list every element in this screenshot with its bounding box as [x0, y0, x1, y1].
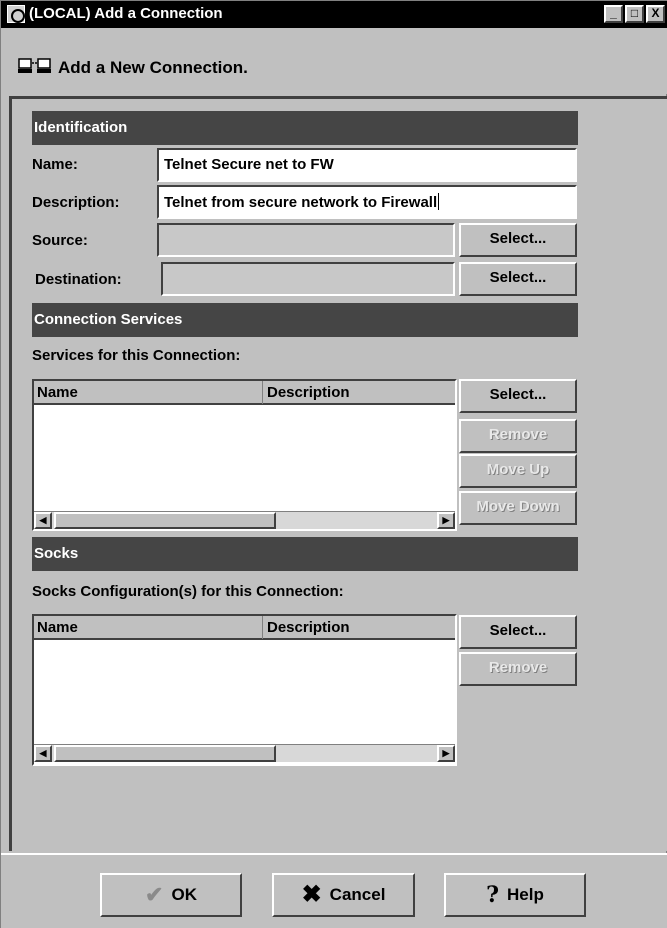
scroll-right-icon[interactable]: ▶ — [437, 512, 455, 529]
maximize-button[interactable]: □ — [625, 5, 644, 23]
services-table[interactable]: Name Description ◀ ▶ — [32, 379, 457, 531]
column-header-name[interactable]: Name — [34, 381, 263, 404]
column-header-description[interactable]: Description — [264, 616, 455, 639]
dialog-heading: Add a New Connection. — [58, 58, 248, 77]
move-up-button[interactable]: Move Up — [459, 454, 577, 488]
description-label: Description: — [32, 194, 120, 211]
scroll-thumb[interactable] — [54, 745, 276, 762]
question-icon: ? — [486, 882, 500, 908]
services-remove-button[interactable]: Remove — [459, 419, 577, 453]
socks-select-button[interactable]: Select... — [459, 615, 577, 649]
destination-label: Destination: — [35, 271, 122, 288]
services-table-header: Name Description — [34, 381, 455, 405]
services-select-button[interactable]: Select... — [459, 379, 577, 413]
destination-select-button[interactable]: Select... — [459, 262, 577, 296]
source-select-button[interactable]: Select... — [459, 223, 577, 257]
minimize-button[interactable]: _ — [604, 5, 623, 23]
cancel-button[interactable]: ✖ Cancel — [272, 873, 415, 917]
dialog-window: (LOCAL) Add a Connection _ □ X Add a New… — [0, 0, 667, 928]
x-icon: ✖ — [301, 881, 322, 908]
services-horizontal-scrollbar[interactable]: ◀ ▶ — [34, 511, 455, 529]
socks-table-header: Name Description — [34, 616, 455, 640]
source-label: Source: — [32, 232, 88, 249]
destination-field[interactable] — [161, 262, 455, 296]
help-label: Help — [507, 885, 544, 904]
socks-list-label: Socks Configuration(s) for this Connecti… — [32, 583, 344, 600]
scroll-right-icon[interactable]: ▶ — [437, 745, 455, 762]
scroll-left-icon[interactable]: ◀ — [34, 512, 52, 529]
socks-table[interactable]: Name Description ◀ ▶ — [32, 614, 457, 766]
socks-section-header: Socks — [32, 537, 578, 571]
help-button[interactable]: ? Help — [444, 873, 586, 917]
app-icon[interactable] — [7, 5, 25, 23]
close-button[interactable]: X — [646, 5, 665, 23]
identification-section-header: Identification — [32, 111, 578, 145]
title-bar[interactable]: (LOCAL) Add a Connection _ □ X — [1, 1, 667, 28]
checkmark-icon: ✔ — [145, 882, 164, 907]
text-caret — [438, 193, 440, 210]
column-header-description[interactable]: Description — [264, 381, 455, 404]
move-down-button[interactable]: Move Down — [459, 491, 577, 525]
connection-services-section-header: Connection Services — [32, 303, 578, 337]
heading-row: Add a New Connection. — [1, 28, 667, 94]
name-field[interactable]: Telnet Secure net to FW — [157, 148, 577, 182]
services-list-label: Services for this Connection: — [32, 347, 241, 364]
description-field[interactable]: Telnet from secure network to Firewall — [157, 185, 577, 219]
window-title: (LOCAL) Add a Connection — [29, 5, 223, 22]
socks-remove-button[interactable]: Remove — [459, 652, 577, 686]
name-label: Name: — [32, 156, 78, 173]
socks-horizontal-scrollbar[interactable]: ◀ ▶ — [34, 744, 455, 762]
source-field[interactable] — [157, 223, 455, 257]
cancel-label: Cancel — [329, 885, 386, 904]
ok-label: OK — [171, 885, 197, 904]
button-bar: ✔ OK ✖ Cancel ? Help — [1, 853, 667, 928]
column-header-name[interactable]: Name — [34, 616, 263, 639]
scroll-thumb[interactable] — [54, 512, 276, 529]
scroll-left-icon[interactable]: ◀ — [34, 745, 52, 762]
ok-button[interactable]: ✔ OK — [100, 873, 242, 917]
connection-icon — [18, 58, 51, 73]
description-value: Telnet from secure network to Firewall — [164, 194, 438, 211]
